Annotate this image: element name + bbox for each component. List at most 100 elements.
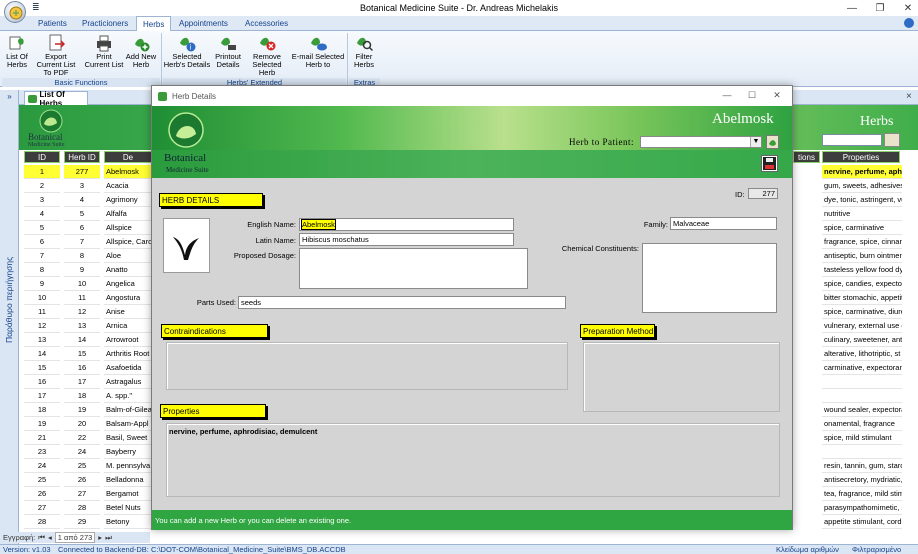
chemical-constituents-field[interactable] [642,243,777,313]
navigation-pane-label[interactable]: Παράθυρο περιήγησης [2,200,16,400]
list-herb-to-patient-button[interactable] [884,133,900,147]
list-of-herbs-button[interactable]: List Of Herbs [4,34,30,69]
column-header-herb-id[interactable]: Herb ID [64,151,100,163]
column-header-actions[interactable]: tions [793,151,820,163]
last-record-button[interactable]: ⏭ [105,533,112,543]
herb-to-patient-select[interactable] [640,136,762,148]
column-header-description[interactable]: De [104,151,152,163]
cell-herb-id: 4 [64,193,100,207]
cell-herb-id: 22 [64,431,100,445]
cell-name: Arrowroot [104,333,152,347]
cell-herb-id: 9 [64,263,100,277]
cell-properties: gum, sweets, adhesives, [822,179,902,193]
previous-record-button[interactable]: ◂ [48,533,52,542]
print-list-button[interactable]: Print Current List [83,34,125,69]
cell-properties: wound sealer, expectora [822,403,902,417]
cell-herb-id: 27 [64,487,100,501]
tab-patients[interactable]: Patients [32,16,73,31]
cell-id: 13 [24,333,60,347]
cell-id: 5 [24,221,60,235]
app-menu-button[interactable] [4,1,26,23]
quick-access-toolbar[interactable]: ≣ [32,2,40,13]
cell-herb-id: 7 [64,235,100,249]
minimize-button[interactable]: — [838,0,866,16]
cell-herb-id: 15 [64,347,100,361]
remove-herb-icon [258,34,276,52]
selected-herb-details-button[interactable]: i Selected Herb's Details [163,34,211,69]
cell-name: Bergamot [104,487,152,501]
cell-name: Alfalfa [104,207,152,221]
cell-properties [822,389,902,403]
family-field[interactable]: Malvaceae [670,217,777,230]
cell-id: 26 [24,487,60,501]
dialog-brand: Botanical [164,152,207,164]
cell-name: Abelmosk [104,165,152,179]
english-name-field[interactable]: Abelmosk [299,218,514,231]
tab-accessories[interactable]: Accessories [239,16,294,31]
cell-herb-id: 24 [64,445,100,459]
add-new-herb-button[interactable]: Add New Herb [125,34,157,69]
section-preparation-method: Preparation Method [580,324,655,338]
cell-id: 15 [24,361,60,375]
tab-practicioners[interactable]: Practicioners [76,16,134,31]
restore-button[interactable]: ❐ [866,0,894,16]
proposed-dosage-field[interactable] [299,248,528,289]
footer-hint: You can add a new Herb or you can delete… [155,515,352,525]
chemical-constituents-label: Chemical Constituents: [561,244,639,253]
save-button[interactable] [761,155,778,172]
preparation-method-field[interactable] [583,342,780,412]
dialog-maximize-button[interactable]: ☐ [740,86,764,104]
cell-name: Allspice, Caro [104,235,152,249]
first-record-button[interactable]: ⏮ [38,533,45,543]
record-position[interactable]: 1 από 273 [54,532,96,543]
cell-herb-id: 25 [64,459,100,473]
properties-field[interactable]: nervine, perfume, aphrodisiac, demulcent [166,423,780,497]
filter-herbs-button[interactable]: Filter Herbs [350,34,378,69]
export-pdf-button[interactable]: Export Current List To PDF [32,34,80,77]
contraindications-field[interactable] [166,342,568,390]
close-button[interactable]: ✕ [894,0,918,16]
assign-herb-button[interactable] [766,135,779,149]
close-tab-icon[interactable]: × [906,91,912,102]
section-herb-details: HERB DETAILS [159,193,263,207]
cell-properties: tea, fragrance, mild stim [822,487,902,501]
cell-properties [822,445,902,459]
cell-properties: bitter stomachic, appetit [822,291,902,305]
dialog-minimize-button[interactable]: — [715,86,739,104]
cell-name: A. spp." [104,389,152,403]
cell-properties [822,375,902,389]
cell-id: 21 [24,431,60,445]
next-record-button[interactable]: ▸ [98,533,102,542]
dialog-title: Herb Details [172,91,217,101]
parts-used-field[interactable]: seeds [238,296,566,309]
dialog-close-button[interactable]: ✕ [765,86,789,104]
help-icon[interactable] [904,18,914,28]
column-header-id[interactable]: ID [24,151,60,163]
tab-appointments[interactable]: Appointments [173,16,234,31]
remove-herb-button[interactable]: Remove Selected Herb [244,34,290,77]
printout-details-button[interactable]: Printout Details [212,34,244,69]
status-backend: Connected to Backend-DB: C:\DOT-COM\Bota… [58,545,346,554]
dialog-title-bar: Herb Details [152,86,792,106]
latin-name-field[interactable]: Hibiscus moschatus [299,233,514,246]
tab-list-of-herbs[interactable]: List Of Herbs [24,90,88,108]
tab-herbs[interactable]: Herbs [136,16,172,32]
column-header-properties[interactable]: Properties [822,151,900,163]
navigation-pane-toggle[interactable]: » [2,92,17,104]
chevron-down-icon[interactable]: ▼ [750,137,761,147]
cell-herb-id: 28 [64,501,100,515]
cell-herb-id: 19 [64,403,100,417]
group-separator [347,33,348,86]
email-herb-button[interactable]: E-mail Selected Herb to [291,34,345,69]
dialog-leaf-logo-icon [164,110,208,150]
cell-properties: culinary, sweetener, anti [822,333,902,347]
cell-properties: onamental, fragrance [822,417,902,431]
assign-herb-icon [769,140,776,146]
cell-name: Anatto [104,263,152,277]
cell-id: 3 [24,193,60,207]
herb-title: Abelmosk [712,111,774,127]
list-herb-combo[interactable] [822,134,882,146]
cell-properties: alterative, lithotriptic, st [822,347,902,361]
cell-properties: antiseptic, burn ointmen [822,249,902,263]
cell-id: 6 [24,235,60,249]
